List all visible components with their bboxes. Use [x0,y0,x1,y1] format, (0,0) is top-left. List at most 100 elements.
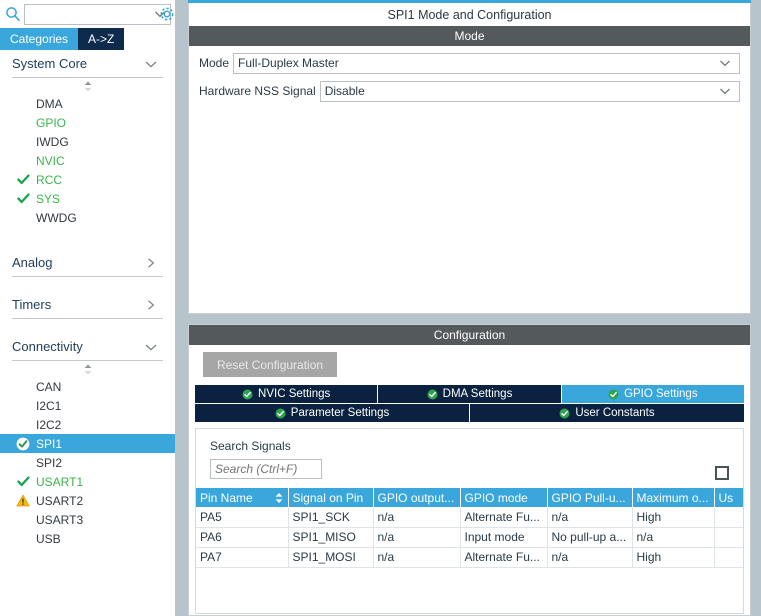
gear-icon [158,5,176,23]
cell-maximum-output[interactable]: High [632,507,715,528]
accordion-list-system-core: DMA GPIO IWDG NVIC RCC SYS WWDG [0,94,175,235]
gpio-pin-table: Pin Name Signal on Pin GPIO output... GP… [196,488,743,568]
accordion-header-timers[interactable]: Timers [12,291,163,319]
panel-splitter[interactable] [175,0,188,616]
cell-maximum-output[interactable]: n/a [632,527,715,548]
tab-parameter-settings[interactable]: Parameter Settings [195,404,470,422]
sidebar-view-tabs: Categories A->Z [0,28,175,50]
cell-gpio-output[interactable]: n/a [373,507,461,528]
sidebar-item-rcc[interactable]: RCC [0,170,175,189]
accordion-gap [0,319,175,333]
chevron-down-icon [143,342,159,352]
sidebar-item-spi1[interactable]: SPI1 [0,434,175,453]
sidebar-item-label: SPI2 [36,455,63,470]
cell-gpio-output[interactable]: n/a [373,527,461,548]
reset-configuration-button[interactable]: Reset Configuration [203,352,338,377]
sidebar-item-i2c2[interactable]: I2C2 [0,415,175,434]
accordion-list-connectivity: CAN I2C1 I2C2 SPI1 SPI2 USART1 USART2 US… [0,377,175,556]
tab-nvic-settings[interactable]: NVIC Settings [195,385,379,403]
tab-a-to-z[interactable]: A->Z [78,28,125,50]
column-header-user-label[interactable]: Us [714,488,743,507]
show-only-modified-checkbox[interactable] [715,466,729,480]
tab-label: NVIC Settings [258,388,331,400]
table-row[interactable]: PA5 SPI1_SCK n/a Alternate Fu... n/a Hig… [196,507,743,528]
search-signals-input[interactable] [210,459,322,479]
ip-search-combobox[interactable] [24,3,171,25]
cell-user-label[interactable] [714,527,743,548]
sidebar-item-label: CAN [36,379,62,394]
sidebar-item-usb[interactable]: USB [0,529,175,548]
configuration-body: Reset Configuration NVIC Settings DMA Se… [189,345,750,614]
cell-signal-on-pin[interactable]: SPI1_MOSI [288,547,374,568]
scroll-spinner-system-core[interactable] [0,78,175,94]
app-root: Categories A->Z System Core DMA GPIO IWD… [0,0,761,616]
sidebar-item-usart3[interactable]: USART3 [0,510,175,529]
check-circle-icon [559,408,570,419]
sidebar-item-can[interactable]: CAN [0,377,175,396]
sidebar-item-label: SYS [36,191,61,206]
accordion-header-system-core[interactable]: System Core [12,50,163,78]
cell-gpio-pull-up[interactable]: n/a [547,547,633,568]
column-header-pin-name[interactable]: Pin Name [196,488,289,507]
gpio-signals-area: Search Signals Search (Ctrl+F) Pin Name … [195,428,744,614]
column-header-gpio-output[interactable]: GPIO output... [373,488,461,507]
cell-gpio-mode[interactable]: Input mode [460,527,548,548]
right-pane-scroll-gutter[interactable] [751,0,761,616]
sort-indicator-icon [274,492,284,504]
accordion-header-analog[interactable]: Analog [12,249,163,277]
mode-dropdown[interactable]: Full-Duplex Master [233,52,740,74]
ip-search-input[interactable] [25,4,170,24]
column-header-gpio-pull-up[interactable]: GPIO Pull-u... [547,488,633,507]
table-row[interactable]: PA7 SPI1_MOSI n/a Alternate Fu... n/a Hi… [196,547,743,568]
sidebar-item-nvic[interactable]: NVIC [0,151,175,170]
sidebar-item-sys[interactable]: SYS [0,189,175,208]
search-signals-header: Search Signals [196,429,743,479]
cell-gpio-pull-up[interactable]: n/a [547,507,633,528]
tab-categories[interactable]: Categories [0,28,79,50]
settings-gear-button[interactable] [157,4,177,24]
tab-label: GPIO Settings [624,388,698,400]
chevron-down-icon [719,87,731,95]
cell-signal-on-pin[interactable]: SPI1_MISO [288,527,374,548]
scroll-spinner-connectivity[interactable] [0,361,175,377]
sidebar-item-gpio[interactable]: GPIO [0,113,175,132]
tab-gpio-settings[interactable]: GPIO Settings [561,385,744,403]
check-circle-icon [427,389,438,400]
table-row[interactable]: PA6 SPI1_MISO n/a Input mode No pull-up … [196,527,743,548]
accordion-header-connectivity[interactable]: Connectivity [12,333,163,361]
cell-gpio-mode[interactable]: Alternate Fu... [460,547,548,568]
tab-user-constants[interactable]: User Constants [470,404,744,422]
sidebar-item-dma[interactable]: DMA [0,94,175,113]
check-circle-icon [608,389,619,400]
tab-label: User Constants [575,407,655,419]
cell-pin-name[interactable]: PA6 [196,527,289,548]
cell-pin-name[interactable]: PA5 [196,507,289,528]
sidebar-item-iwdg[interactable]: IWDG [0,132,175,151]
cell-gpio-mode[interactable]: Alternate Fu... [460,507,548,528]
sidebar-item-label: NVIC [36,153,65,168]
chevron-down-icon [143,59,159,69]
cell-gpio-pull-up[interactable]: No pull-up a... [547,527,633,548]
sidebar-item-spi2[interactable]: SPI2 [0,453,175,472]
hardware-nss-signal-dropdown[interactable]: Disable [319,80,740,102]
cell-user-label[interactable] [714,507,743,528]
sidebar-item-i2c1[interactable]: I2C1 [0,396,175,415]
sidebar-item-label: RCC [36,172,62,187]
sidebar-item-wwdg[interactable]: WWDG [0,208,175,227]
column-header-gpio-mode[interactable]: GPIO mode [460,488,548,507]
search-signals-row [210,459,743,479]
accordion-gap [0,277,175,291]
tab-dma-settings[interactable]: DMA Settings [378,385,562,403]
sidebar-item-usart1[interactable]: USART1 [0,472,175,491]
column-header-maximum-output[interactable]: Maximum o... [632,488,715,507]
cell-gpio-output[interactable]: n/a [373,547,461,568]
cell-maximum-output[interactable]: High [632,547,715,568]
sidebar-item-usart2[interactable]: USART2 [0,491,175,510]
cell-pin-name[interactable]: PA7 [196,547,289,568]
column-header-signal-on-pin[interactable]: Signal on Pin [288,488,374,507]
page-title: SPI1 Mode and Configuration [189,3,750,26]
chevron-right-icon [143,299,159,311]
cell-signal-on-pin[interactable]: SPI1_SCK [288,507,374,528]
chevron-down-icon [719,59,731,67]
cell-user-label[interactable] [714,547,743,568]
